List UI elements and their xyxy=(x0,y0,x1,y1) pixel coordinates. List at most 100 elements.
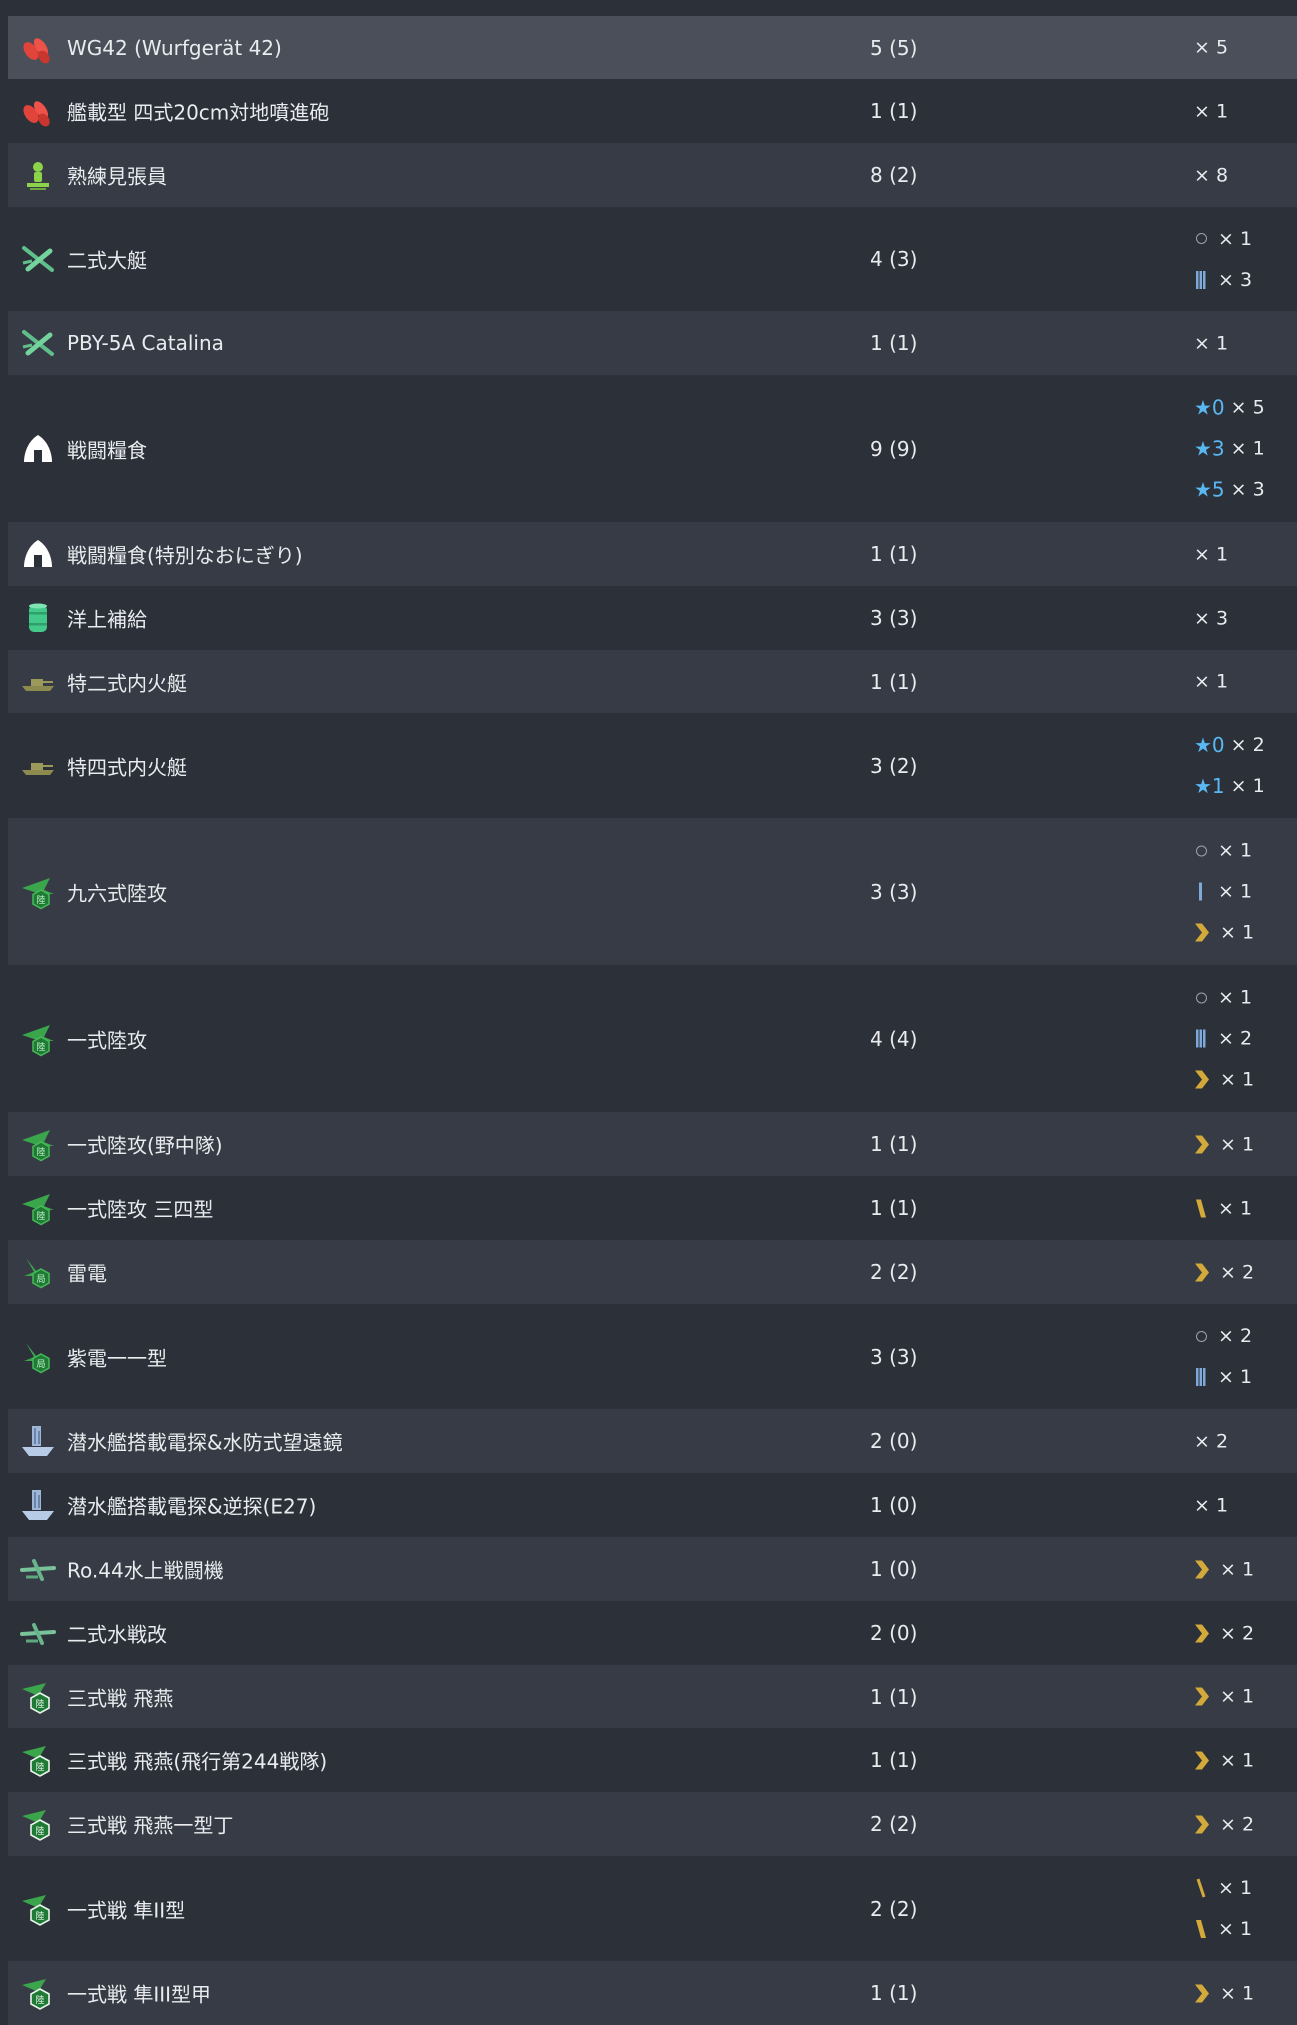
quality-list: × 2 xyxy=(1194,1613,1254,1654)
table-row[interactable]: Ro.44水上戦闘機 1 (0) × 1 xyxy=(8,1537,1297,1601)
table-row[interactable]: 局 紫電一一型 3 (3) × 2 × 1 xyxy=(8,1304,1297,1409)
quality-line: × 1 xyxy=(1194,1124,1254,1165)
equipment-count: 8 (2) xyxy=(870,163,918,187)
quality-line: × 1 xyxy=(1194,830,1254,871)
equipment-count: 1 (1) xyxy=(870,331,918,355)
equipment-count: 5 (5) xyxy=(870,35,918,60)
svg-text:陸: 陸 xyxy=(35,1825,44,1837)
submarine-equip-icon xyxy=(20,1487,56,1523)
quality-count: × 1 xyxy=(1218,1918,1253,1940)
quality-count: × 1 xyxy=(1194,670,1229,693)
quality-count: × 1 xyxy=(1220,1558,1255,1580)
quality-line: × 2 xyxy=(1194,1316,1252,1357)
quality-line: × 1 xyxy=(1194,1059,1254,1100)
table-row[interactable]: 陸 一式戦 隼III型甲 1 (1) × 1 xyxy=(8,1961,1297,2025)
land-fighter-icon: 陸 xyxy=(20,1891,56,1927)
table-row[interactable]: PBY-5A Catalina 1 (1) × 1 xyxy=(8,311,1297,375)
lookout-icon xyxy=(20,157,56,193)
quality-line: × 1 xyxy=(1194,1973,1254,2014)
table-row[interactable]: 洋上補給 3 (3) × 3 xyxy=(8,586,1297,650)
table-row[interactable]: 陸 三式戦 飛燕一型丁 2 (2) × 2 xyxy=(8,1792,1297,1856)
quality-list: × 1 xyxy=(1194,661,1228,702)
seaplane-fighter-icon xyxy=(20,1615,56,1651)
quality-list: × 2 xyxy=(1194,1421,1228,1462)
table-row[interactable]: 戦闘糧食(特別なおにぎり) 1 (1) × 1 xyxy=(8,522,1297,586)
table-row[interactable]: 潜水艦搭載電探&水防式望遠鏡 2 (0) × 2 xyxy=(8,1409,1297,1473)
equipment-count: 3 (3) xyxy=(870,1344,918,1369)
quality-list: × 2 × 1 xyxy=(1194,1316,1252,1398)
svg-text:陸: 陸 xyxy=(36,1146,45,1158)
equipment-count: 2 (0) xyxy=(870,1621,918,1645)
land-fighter-icon: 陸 xyxy=(20,1679,56,1715)
quality-line: × 1 xyxy=(1194,218,1252,259)
equipment-count: 2 (2) xyxy=(870,1260,918,1284)
equipment-name: 一式陸攻 三四型 xyxy=(67,1197,214,1222)
quality-list: × 2 xyxy=(1194,1804,1254,1845)
table-row[interactable]: 陸 一式陸攻(野中隊) 1 (1) × 1 xyxy=(8,1112,1297,1176)
flying-boat-icon xyxy=(20,241,56,277)
equipment-name: 二式水戦改 xyxy=(67,1622,167,1647)
ration-icon xyxy=(20,536,56,572)
quality-list: × 1 xyxy=(1194,1124,1254,1165)
equipment-name: 戦闘糧食(特別なおにぎり) xyxy=(67,543,303,568)
quality-count: × 1 xyxy=(1220,1685,1255,1708)
equipment-count: 3 (3) xyxy=(870,879,918,904)
proficiency-ring-icon xyxy=(1194,987,1208,1009)
proficiency-chevron-icon xyxy=(1194,1069,1210,1091)
svg-text:陸: 陸 xyxy=(36,1210,45,1222)
equipment-name: 雷電 xyxy=(67,1261,107,1286)
table-row[interactable]: 陸 三式戦 飛燕(飛行第244戦隊) 1 (1) × 1 xyxy=(8,1728,1297,1792)
equipment-count: 4 (4) xyxy=(870,1026,918,1051)
quality-line: × 1 xyxy=(1194,1549,1254,1590)
table-row[interactable]: 特四式内火艇 3 (2) ★0 × 2 ★1 × 1 xyxy=(8,713,1297,818)
table-row[interactable]: 二式大艇 4 (3) × 1 × 3 xyxy=(8,207,1297,311)
proficiency-chevron-icon xyxy=(1194,1982,1210,2004)
land-attacker-icon: 陸 xyxy=(20,1021,56,1057)
proficiency-chevron-icon xyxy=(1194,1261,1210,1283)
equipment-count: 4 (3) xyxy=(870,247,918,271)
quality-list: × 1 × 3 xyxy=(1194,218,1252,300)
quality-line: × 1 xyxy=(1194,1868,1252,1909)
equipment-name: 洋上補給 xyxy=(67,607,147,632)
interceptor-icon: 局 xyxy=(20,1254,56,1290)
quality-line: ★1 × 1 xyxy=(1194,766,1265,807)
quality-list: × 1 xyxy=(1194,1485,1228,1526)
equipment-name: 熟練見張員 xyxy=(67,164,167,189)
table-row[interactable]: 陸 三式戦 飛燕 1 (1) × 1 xyxy=(8,1665,1297,1728)
quality-line: ★3 × 1 xyxy=(1194,428,1265,469)
table-row[interactable]: 二式水戦改 2 (0) × 2 xyxy=(8,1601,1297,1665)
table-row[interactable]: 陸 九六式陸攻 3 (3) × 1 × 1 × 1 xyxy=(8,818,1297,965)
quality-list: × 5 xyxy=(1194,27,1228,68)
table-row[interactable]: 局 雷電 2 (2) × 2 xyxy=(8,1240,1297,1304)
quality-line: × 1 xyxy=(1194,323,1228,364)
quality-count: × 2 xyxy=(1220,1813,1255,1835)
equipment-count: 9 (9) xyxy=(870,436,918,461)
equipment-count: 2 (2) xyxy=(870,1896,918,1921)
rocket-icon xyxy=(20,30,56,66)
quality-line: × 8 xyxy=(1194,155,1228,196)
table-row[interactable]: 艦載型 四式20cm対地噴進砲 1 (1) × 1 xyxy=(8,79,1297,143)
table-row[interactable]: 戦闘糧食 9 (9) ★0 × 5 ★3 × 1 ★5 × 3 xyxy=(8,375,1297,522)
table-row[interactable]: 陸 一式戦 隼II型 2 (2) × 1 × 1 xyxy=(8,1856,1297,1961)
table-row[interactable]: WG42 (Wurfgerät 42) 5 (5) × 5 xyxy=(8,16,1297,79)
quality-count: × 2 xyxy=(1220,1261,1255,1283)
tank-icon xyxy=(20,664,56,700)
table-row[interactable]: 陸 一式陸攻 三四型 1 (1) × 1 xyxy=(8,1176,1297,1240)
quality-line: × 1 xyxy=(1194,1485,1228,1526)
equipment-count: 2 (2) xyxy=(870,1812,918,1836)
proficiency-chevron-icon xyxy=(1194,1749,1210,1771)
equipment-name: 潜水艦搭載電探&逆探(E27) xyxy=(67,1494,317,1519)
equipment-name: 一式陸攻 xyxy=(67,1028,147,1052)
table-row[interactable]: 潜水艦搭載電探&逆探(E27) 1 (0) × 1 xyxy=(8,1473,1297,1537)
quality-line: × 2 xyxy=(1194,1804,1254,1845)
table-row[interactable]: 特二式内火艇 1 (1) × 1 xyxy=(8,650,1297,713)
quality-list: × 8 xyxy=(1194,155,1228,196)
proficiency-ring-icon xyxy=(1194,228,1208,250)
svg-text:陸: 陸 xyxy=(35,1698,44,1710)
tank-icon xyxy=(20,748,56,784)
quality-count: × 1 xyxy=(1194,100,1229,122)
table-row[interactable]: 陸 一式陸攻 4 (4) × 1 × 2 × 1 xyxy=(8,965,1297,1112)
seaplane-fighter-icon xyxy=(20,1551,56,1587)
table-row[interactable]: 熟練見張員 8 (2) × 8 xyxy=(8,143,1297,207)
flying-boat-icon xyxy=(20,325,56,361)
